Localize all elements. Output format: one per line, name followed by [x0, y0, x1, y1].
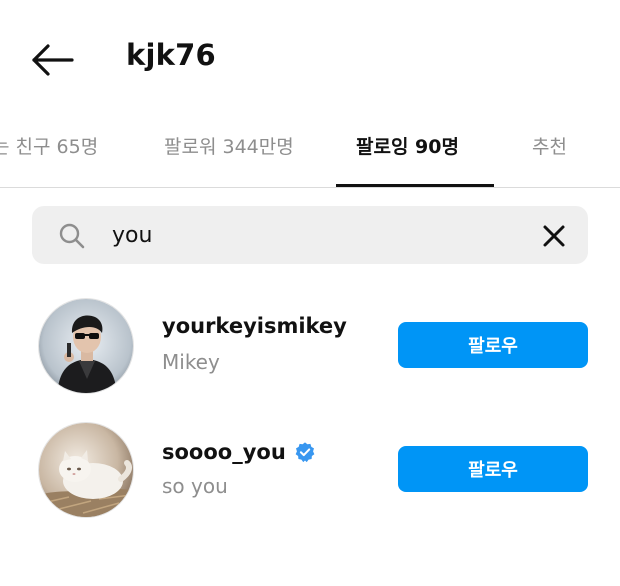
tab-followers[interactable]: 팔로워 344만명	[164, 132, 294, 159]
search-icon	[58, 222, 86, 250]
search-bar	[32, 206, 588, 264]
tab-following[interactable]: 팔로잉 90명	[356, 132, 459, 159]
follow-button[interactable]: 팔로우	[398, 322, 588, 368]
avatar[interactable]	[38, 422, 134, 518]
full-name: so you	[162, 474, 228, 498]
search-input[interactable]	[112, 216, 512, 254]
list-item[interactable]: yourkeyismikey Mikey 팔로우	[0, 298, 620, 398]
tab-bar: 는 친구 65명 팔로워 344만명 팔로잉 90명 추천	[0, 110, 620, 188]
username[interactable]: yourkeyismikey	[162, 314, 347, 338]
list-item[interactable]: soooo_you so you 팔로우	[0, 422, 620, 522]
following-screen: kjk76 는 친구 65명 팔로워 344만명 팔로잉 90명 추천 you …	[0, 0, 620, 586]
full-name: Mikey	[162, 350, 220, 374]
active-tab-indicator	[336, 184, 494, 187]
page-title: kjk76	[126, 38, 216, 72]
avatar[interactable]	[38, 298, 134, 394]
follow-button[interactable]: 팔로우	[398, 446, 588, 492]
tab-suggested[interactable]: 추천	[532, 132, 567, 159]
username-row: soooo_you	[162, 440, 316, 464]
tab-mutual-friends[interactable]: 는 친구 65명	[0, 132, 98, 159]
username[interactable]: soooo_you	[162, 440, 286, 464]
close-icon[interactable]	[540, 222, 568, 250]
back-arrow-icon[interactable]	[28, 40, 78, 80]
top-bar: kjk76	[0, 0, 620, 110]
verified-badge-icon	[294, 441, 316, 463]
